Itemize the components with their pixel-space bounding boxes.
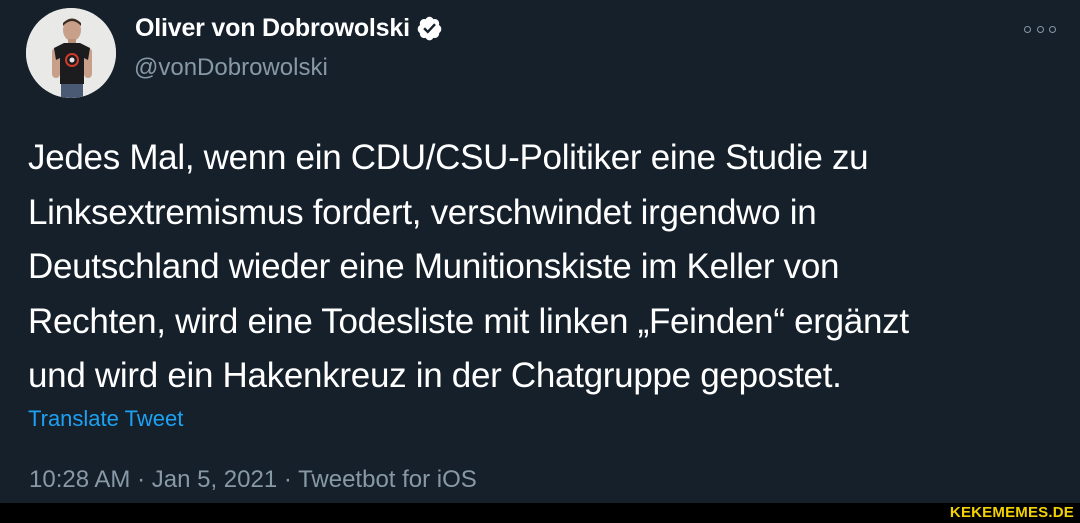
- more-options-icon[interactable]: [1024, 22, 1056, 36]
- translate-tweet-link[interactable]: Translate Tweet: [28, 406, 183, 432]
- tweet-card: Oliver von Dobrowolski @vonDobrowolski J…: [0, 0, 1080, 503]
- user-handle[interactable]: @vonDobrowolski: [134, 54, 328, 82]
- watermark: KEKEMEMES.DE: [949, 504, 1074, 521]
- avatar[interactable]: [26, 8, 116, 98]
- display-name[interactable]: Oliver von Dobrowolski: [135, 14, 410, 43]
- verified-badge-icon: [417, 16, 442, 41]
- tweet-meta: 10:28 AM · Jan 5, 2021 · Tweetbot for iO…: [29, 466, 477, 493]
- tweet-text: Jedes Mal, wenn ein CDU/CSU-Politiker ei…: [28, 138, 909, 395]
- user-header[interactable]: Oliver von Dobrowolski: [135, 14, 443, 43]
- dot: [1049, 25, 1056, 33]
- watermark-bar: KEKEMEMES.DE: [0, 503, 1080, 523]
- avatar-photo: [26, 8, 116, 98]
- dot: [1036, 25, 1044, 33]
- dot: [1024, 25, 1031, 33]
